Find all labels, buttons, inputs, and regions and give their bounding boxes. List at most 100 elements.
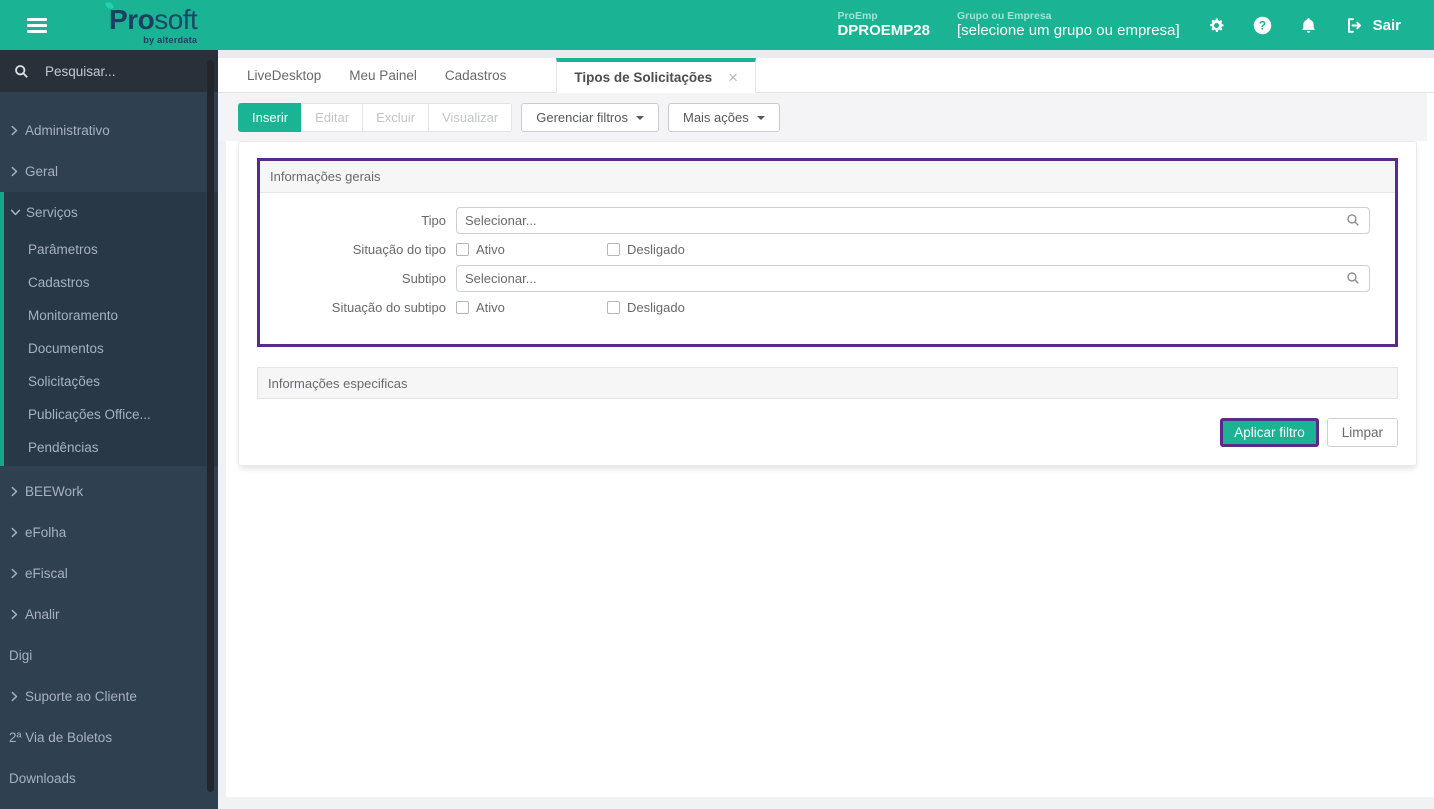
sidebar-search-input[interactable]: Pesquisar... (0, 50, 218, 92)
sidebar-section-servicos: Serviços Parâmetros Cadastros Monitorame… (0, 192, 218, 466)
checkbox-subtipo-ativo[interactable]: Ativo (456, 300, 607, 315)
tipo-select-input[interactable] (456, 207, 1370, 234)
proemp-label: ProEmp (837, 9, 878, 22)
crud-button-group: Inserir Editar Excluir Visualizar (238, 102, 513, 132)
sidebar-item-geral[interactable]: Geral (0, 151, 218, 192)
sidebar-item-pendencias[interactable]: Pendências (4, 431, 218, 464)
sidebar-item-2a-via-de-boletos[interactable]: 2ª Via de Boletos (0, 717, 218, 758)
sidebar-nav: Administrativo Geral Serviços Parâmetros… (0, 92, 218, 799)
topbar: Prosoft by alterdata ProEmp DPROEMP28 Gr… (0, 0, 1434, 50)
group-company-value: [selecione um grupo ou empresa] (957, 22, 1180, 40)
chevron-right-icon (7, 486, 21, 497)
sidebar-item-suporte-ao-cliente[interactable]: Suporte ao Cliente (0, 676, 218, 717)
sidebar-item-parametros[interactable]: Parâmetros (4, 233, 218, 266)
brand-leaf-icon (105, 0, 114, 10)
proemp-info: ProEmp DPROEMP28 (837, 10, 930, 41)
excluir-button[interactable]: Excluir (362, 102, 429, 132)
gerenciar-filtros-dropdown[interactable]: Gerenciar filtros (521, 102, 659, 132)
brand-logo: Prosoft by alterdata (105, 0, 198, 45)
brand-soft: soft (154, 3, 198, 35)
sidebar-search-placeholder: Pesquisar... (45, 63, 116, 79)
sidebar-item-beework[interactable]: BEEWork (0, 471, 218, 512)
settings-gear-icon[interactable] (1207, 16, 1226, 35)
sidebar-item-documentos[interactable]: Documentos (4, 332, 218, 365)
sidebar-item-cadastros[interactable]: Cadastros (4, 266, 218, 299)
filter-actions: Aplicar filtro Limpar (257, 418, 1398, 447)
search-icon[interactable] (1346, 213, 1360, 227)
chevron-right-icon (7, 691, 21, 702)
checkbox-subtipo-desligado[interactable]: Desligado (607, 300, 758, 315)
checkbox-icon (607, 300, 620, 314)
logout-icon (1347, 17, 1361, 33)
tab-bar: LiveDesktop Meu Painel Cadastros Tipos d… (218, 58, 1434, 93)
horizontal-scrollbar-track[interactable] (218, 797, 1434, 809)
informacoes-gerais-panel: Informações gerais Tipo Situação do tipo (257, 158, 1398, 347)
brand-byline: by alterdata (143, 34, 198, 45)
mais-acoes-dropdown[interactable]: Mais ações (667, 102, 780, 132)
chevron-right-icon (7, 609, 21, 620)
tab-tipos-de-solicitacoes[interactable]: Tipos de Solicitações × (556, 58, 757, 93)
form-row-tipo: Tipo (260, 207, 1395, 234)
chevron-right-icon (7, 527, 21, 538)
sidebar-item-efolha[interactable]: eFolha (0, 512, 218, 553)
brand-pro: Pro (109, 3, 155, 35)
limpar-button[interactable]: Limpar (1326, 418, 1398, 447)
tab-livedesktop[interactable]: LiveDesktop (233, 58, 335, 92)
checkbox-tipo-desligado[interactable]: Desligado (607, 242, 758, 257)
close-icon[interactable]: × (728, 69, 738, 86)
aplicar-filtro-button[interactable]: Aplicar filtro (1220, 418, 1319, 447)
situacao-do-subtipo-label: Situação do subtipo (331, 299, 446, 315)
svg-text:?: ? (1259, 18, 1266, 32)
form-row-subtipo: Subtipo (260, 265, 1395, 292)
checkbox-icon (456, 300, 469, 314)
sidebar-item-analir[interactable]: Analir (0, 594, 218, 635)
help-icon[interactable]: ? (1253, 16, 1272, 35)
logout-button[interactable]: Sair (1345, 16, 1401, 35)
caret-down-icon (756, 115, 765, 120)
sidebar-submenu-servicos: Parâmetros Cadastros Monitoramento Docum… (4, 233, 218, 466)
checkbox-icon (456, 242, 469, 256)
sidebar: Pesquisar... Administrativo Geral Serviç… (0, 50, 218, 809)
sidebar-scrollbar[interactable] (207, 60, 214, 792)
checkbox-tipo-ativo[interactable]: Ativo (456, 242, 607, 257)
tab-cadastros[interactable]: Cadastros (431, 58, 521, 92)
sidebar-item-monitoramento[interactable]: Monitoramento (4, 299, 218, 332)
sidebar-item-solicitacoes[interactable]: Solicitações (4, 365, 218, 398)
chevron-right-icon (7, 166, 21, 177)
content-scrollbar-track[interactable] (218, 141, 226, 797)
inserir-button[interactable]: Inserir (238, 102, 302, 132)
subtipo-select-input[interactable] (456, 265, 1370, 292)
group-company-selector[interactable]: Grupo ou Empresa [selecione um grupo ou … (957, 10, 1180, 41)
caret-down-icon (635, 115, 644, 120)
informacoes-gerais-header: Informações gerais (260, 161, 1395, 193)
editar-button[interactable]: Editar (301, 102, 363, 132)
chevron-right-icon (7, 568, 21, 579)
notifications-bell-icon[interactable] (1299, 16, 1318, 35)
main-content: LiveDesktop Meu Painel Cadastros Tipos d… (218, 50, 1434, 809)
subtipo-label: Subtipo (401, 271, 446, 286)
sidebar-item-efiscal[interactable]: eFiscal (0, 553, 218, 594)
content-top-strip (218, 50, 1434, 58)
situacao-do-tipo-label: Situação do tipo (352, 241, 446, 257)
topbar-right: ProEmp DPROEMP28 Grupo ou Empresa [selec… (837, 10, 1434, 41)
menu-toggle-button[interactable] (27, 17, 47, 33)
checkbox-icon (607, 242, 620, 256)
search-icon[interactable] (1346, 271, 1360, 285)
visualizar-button[interactable]: Visualizar (428, 102, 513, 132)
sidebar-item-administrativo[interactable]: Administrativo (0, 110, 218, 151)
sidebar-item-servicos[interactable]: Serviços (4, 192, 218, 233)
filter-form: Tipo Situação do tipo Ativo (260, 193, 1395, 344)
tab-meu-painel[interactable]: Meu Painel (335, 58, 431, 92)
search-icon (15, 64, 28, 78)
group-company-label: Grupo ou Empresa (957, 9, 1052, 22)
sidebar-item-digi[interactable]: Digi (0, 635, 218, 676)
chevron-down-icon (8, 209, 22, 216)
form-row-situacao-do-subtipo: Situação do subtipo Ativo Desligado (260, 299, 1395, 315)
toolbar: Inserir Editar Excluir Visualizar Gerenc… (218, 93, 1427, 141)
sidebar-item-publicacoes-office[interactable]: Publicações Office... (4, 398, 218, 431)
informacoes-especificas-header[interactable]: Informações especificas (257, 367, 1398, 399)
tipo-label: Tipo (421, 213, 446, 228)
sidebar-item-downloads[interactable]: Downloads (0, 758, 218, 799)
form-row-situacao-do-tipo: Situação do tipo Ativo Desligado (260, 241, 1395, 257)
chevron-right-icon (7, 125, 21, 136)
